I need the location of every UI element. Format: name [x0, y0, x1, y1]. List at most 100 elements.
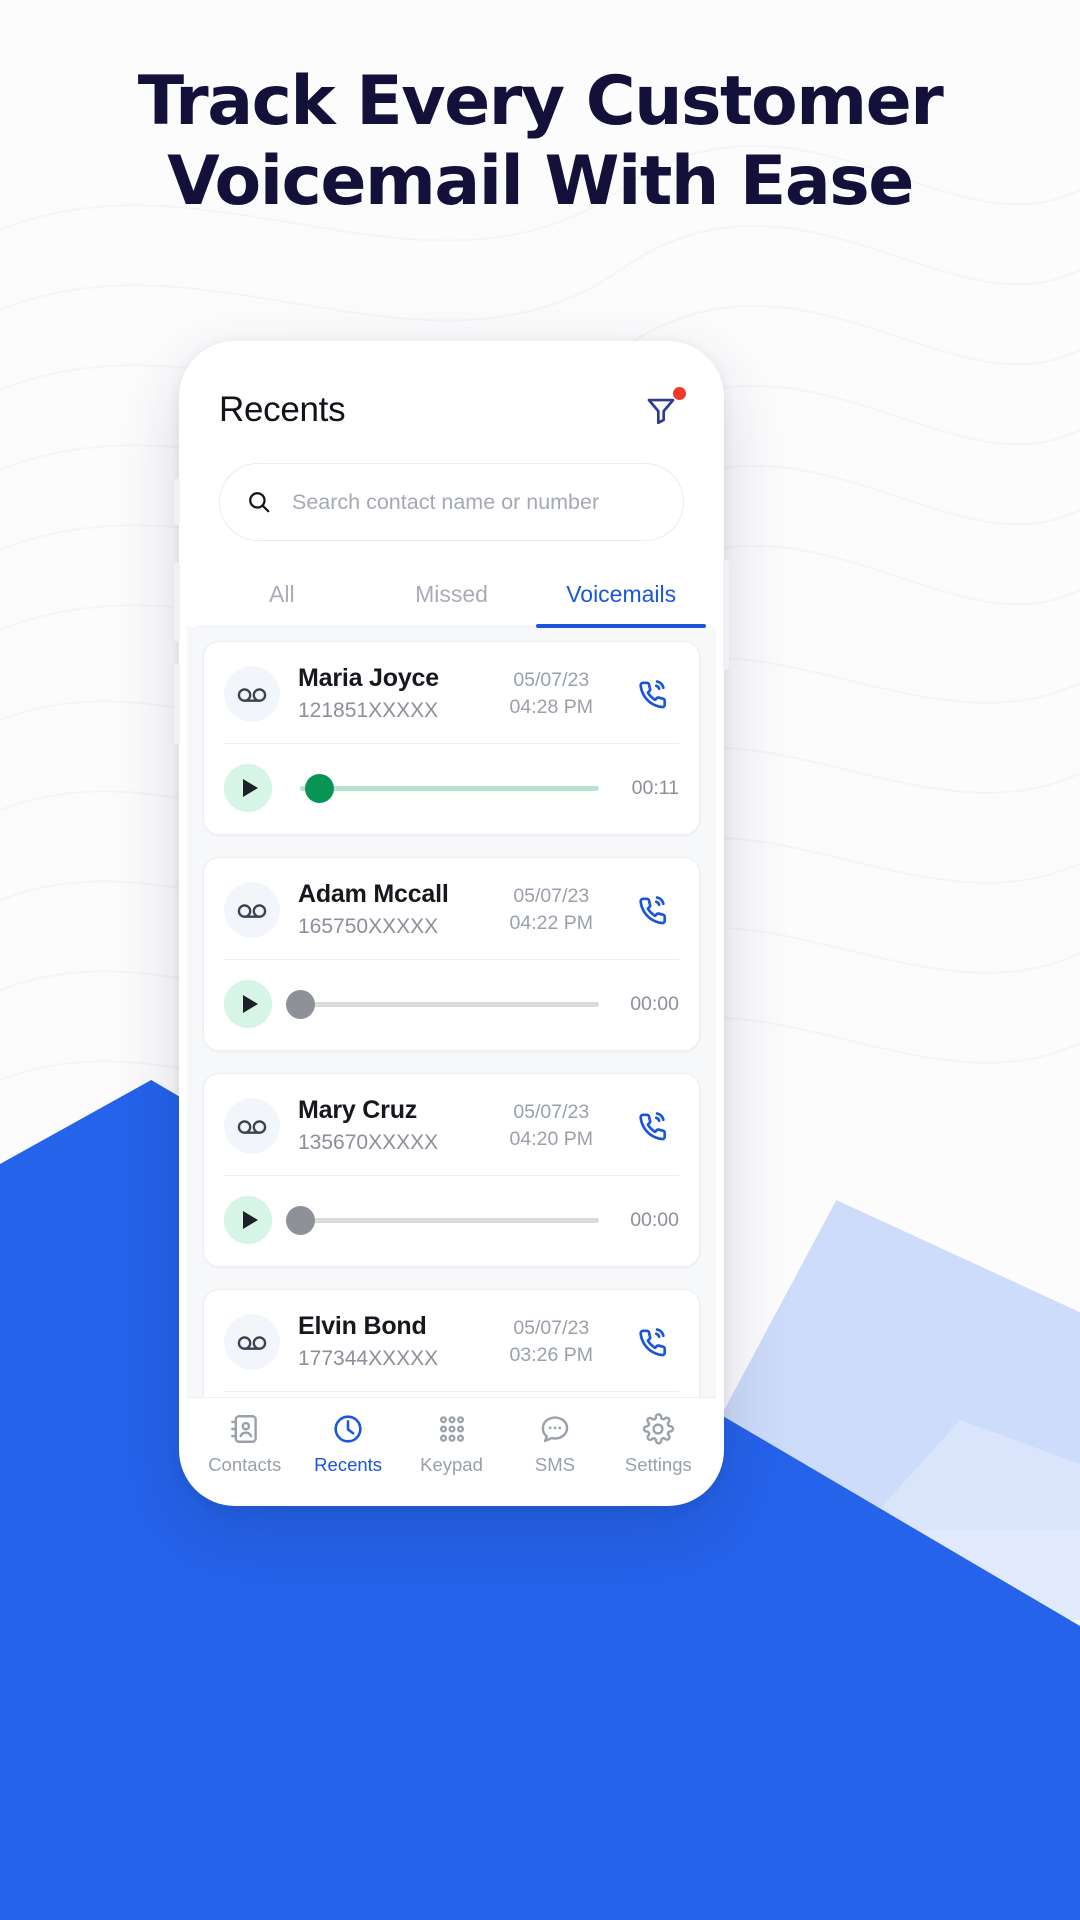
- voicemail-card[interactable]: Maria Joyce 121851XXXXX 05/07/23 04:28 P…: [203, 641, 700, 835]
- phone-side-button-volume-down: [174, 664, 180, 744]
- phone-call-icon: [639, 1327, 667, 1356]
- call-back-button[interactable]: [625, 1325, 679, 1359]
- nav-item-recents[interactable]: Recents: [296, 1412, 399, 1476]
- play-icon: [242, 1211, 258, 1229]
- phone-mockup: Recents All Missed Voicemails: [179, 341, 724, 1506]
- voicemail-info: Maria Joyce 121851XXXXX: [298, 664, 492, 723]
- play-icon: [242, 995, 258, 1013]
- filter-icon: [647, 398, 675, 425]
- seek-thumb[interactable]: [286, 1205, 315, 1235]
- voicemail-icon: [237, 1335, 267, 1350]
- contact-number: 165750XXXXX: [298, 915, 439, 938]
- voicemail-card[interactable]: Elvin Bond 177344XXXXX 05/07/23 03:26 PM: [203, 1289, 700, 1397]
- phone-screen: Recents All Missed Voicemails: [187, 349, 716, 1498]
- voicemail-time: 04:22 PM: [509, 911, 593, 934]
- tab-voicemails[interactable]: Voicemails: [536, 567, 706, 628]
- voicemail-date: 05/07/23: [513, 669, 590, 692]
- phone-side-button-mute: [174, 479, 180, 525]
- phone-side-button-volume-up: [174, 562, 180, 642]
- voicemail-icon: [237, 1119, 267, 1134]
- call-back-button[interactable]: [625, 1109, 679, 1143]
- voicemail-player[interactable]: 00:00: [224, 1175, 679, 1266]
- contact-name: Adam Mccall: [298, 880, 449, 908]
- seek-slider[interactable]: [286, 773, 599, 803]
- message-bubble-icon: [541, 1416, 569, 1443]
- headline-line-1: Track Every Customer: [137, 62, 944, 141]
- voicemail-card-header: Mary Cruz 135670XXXXX 05/07/23 04:20 PM: [204, 1074, 699, 1175]
- nav-label-recents: Recents: [314, 1454, 383, 1475]
- seek-track: [300, 1217, 599, 1223]
- phone-call-icon: [639, 895, 667, 924]
- voicemail-card-header: Adam Mccall 165750XXXXX 05/07/23 04:22 P…: [204, 858, 699, 959]
- nav-label-contacts: Contacts: [208, 1454, 282, 1475]
- duration-label: 00:00: [630, 1208, 679, 1231]
- call-back-button[interactable]: [625, 677, 679, 711]
- search-input[interactable]: [292, 489, 657, 515]
- nav-label-settings: Settings: [624, 1454, 692, 1475]
- voicemail-date: 05/07/23: [513, 1101, 590, 1124]
- contact-name: Mary Cruz: [298, 1096, 418, 1124]
- clock-icon: [334, 1415, 362, 1443]
- tab-all[interactable]: All: [197, 567, 367, 626]
- bottom-navigation: Contacts Recents Keypad SMS Settings: [187, 1397, 716, 1498]
- play-button[interactable]: [224, 764, 272, 812]
- call-back-button[interactable]: [625, 893, 679, 927]
- nav-label-sms: SMS: [534, 1454, 575, 1475]
- headline-line-2: Voicemail With Ease: [167, 142, 914, 222]
- contact-name: Maria Joyce: [298, 664, 439, 692]
- seek-track: [300, 1001, 599, 1007]
- contacts-book-icon: [230, 1415, 257, 1443]
- voicemail-player[interactable]: 00:11: [224, 743, 679, 834]
- voicemail-icon: [237, 903, 267, 918]
- seek-slider[interactable]: [286, 1205, 599, 1235]
- voicemail-time: 04:28 PM: [509, 695, 593, 718]
- duration-label: 00:00: [630, 992, 679, 1015]
- search-bar[interactable]: [219, 463, 684, 541]
- voicemail-card[interactable]: Mary Cruz 135670XXXXX 05/07/23 04:20 PM: [203, 1073, 700, 1267]
- app-screen-title: Recents: [219, 390, 346, 429]
- search-icon: [249, 492, 270, 513]
- voicemail-avatar: [224, 1097, 280, 1154]
- nav-label-keypad: Keypad: [420, 1454, 483, 1475]
- voicemail-info: Mary Cruz 135670XXXXX: [298, 1096, 492, 1155]
- voicemail-info: Elvin Bond 177344XXXXX: [298, 1312, 492, 1371]
- voicemail-timestamp: 05/07/23 04:22 PM: [510, 883, 593, 936]
- contact-number: 135670XXXXX: [298, 1131, 439, 1154]
- play-button[interactable]: [224, 1196, 272, 1244]
- gear-icon: [643, 1413, 675, 1445]
- tab-missed[interactable]: Missed: [367, 567, 537, 626]
- seek-thumb[interactable]: [304, 773, 334, 803]
- voicemail-avatar: [224, 881, 280, 938]
- nav-item-settings[interactable]: Settings: [607, 1412, 710, 1476]
- contact-number: 121851XXXXX: [298, 699, 439, 722]
- voicemail-info: Adam Mccall 165750XXXXX: [298, 880, 492, 939]
- voicemail-player[interactable]: 00:00: [224, 959, 679, 1050]
- play-button[interactable]: [224, 980, 272, 1028]
- seek-thumb[interactable]: [286, 989, 315, 1019]
- contact-number: 177344XXXXX: [298, 1347, 439, 1370]
- nav-item-contacts[interactable]: Contacts: [193, 1412, 296, 1476]
- voicemail-timestamp: 05/07/23 03:26 PM: [510, 1315, 593, 1368]
- voicemail-time: 04:20 PM: [509, 1127, 593, 1150]
- filter-button[interactable]: [638, 387, 686, 433]
- dialpad-icon: [439, 1416, 464, 1442]
- seek-slider[interactable]: [286, 989, 599, 1019]
- voicemail-timestamp: 05/07/23 04:28 PM: [510, 667, 593, 720]
- voicemail-time: 03:26 PM: [509, 1343, 593, 1366]
- voicemail-timestamp: 05/07/23 04:20 PM: [510, 1099, 593, 1152]
- seek-track: [300, 785, 599, 791]
- voicemail-avatar: [224, 1313, 280, 1370]
- nav-item-sms[interactable]: SMS: [503, 1412, 606, 1476]
- duration-label: 00:11: [631, 776, 679, 799]
- phone-side-button-power: [723, 560, 729, 670]
- voicemail-card-header: Maria Joyce 121851XXXXX 05/07/23 04:28 P…: [204, 642, 699, 743]
- phone-call-icon: [639, 679, 667, 708]
- voicemail-list[interactable]: Maria Joyce 121851XXXXX 05/07/23 04:28 P…: [187, 627, 716, 1397]
- filter-notification-dot: [673, 387, 686, 400]
- play-icon: [242, 779, 258, 797]
- voicemail-card[interactable]: Adam Mccall 165750XXXXX 05/07/23 04:22 P…: [203, 857, 700, 1051]
- voicemail-date: 05/07/23: [513, 1317, 590, 1340]
- app-header: Recents: [187, 349, 716, 437]
- nav-item-keypad[interactable]: Keypad: [400, 1412, 503, 1476]
- contact-name: Elvin Bond: [298, 1312, 427, 1340]
